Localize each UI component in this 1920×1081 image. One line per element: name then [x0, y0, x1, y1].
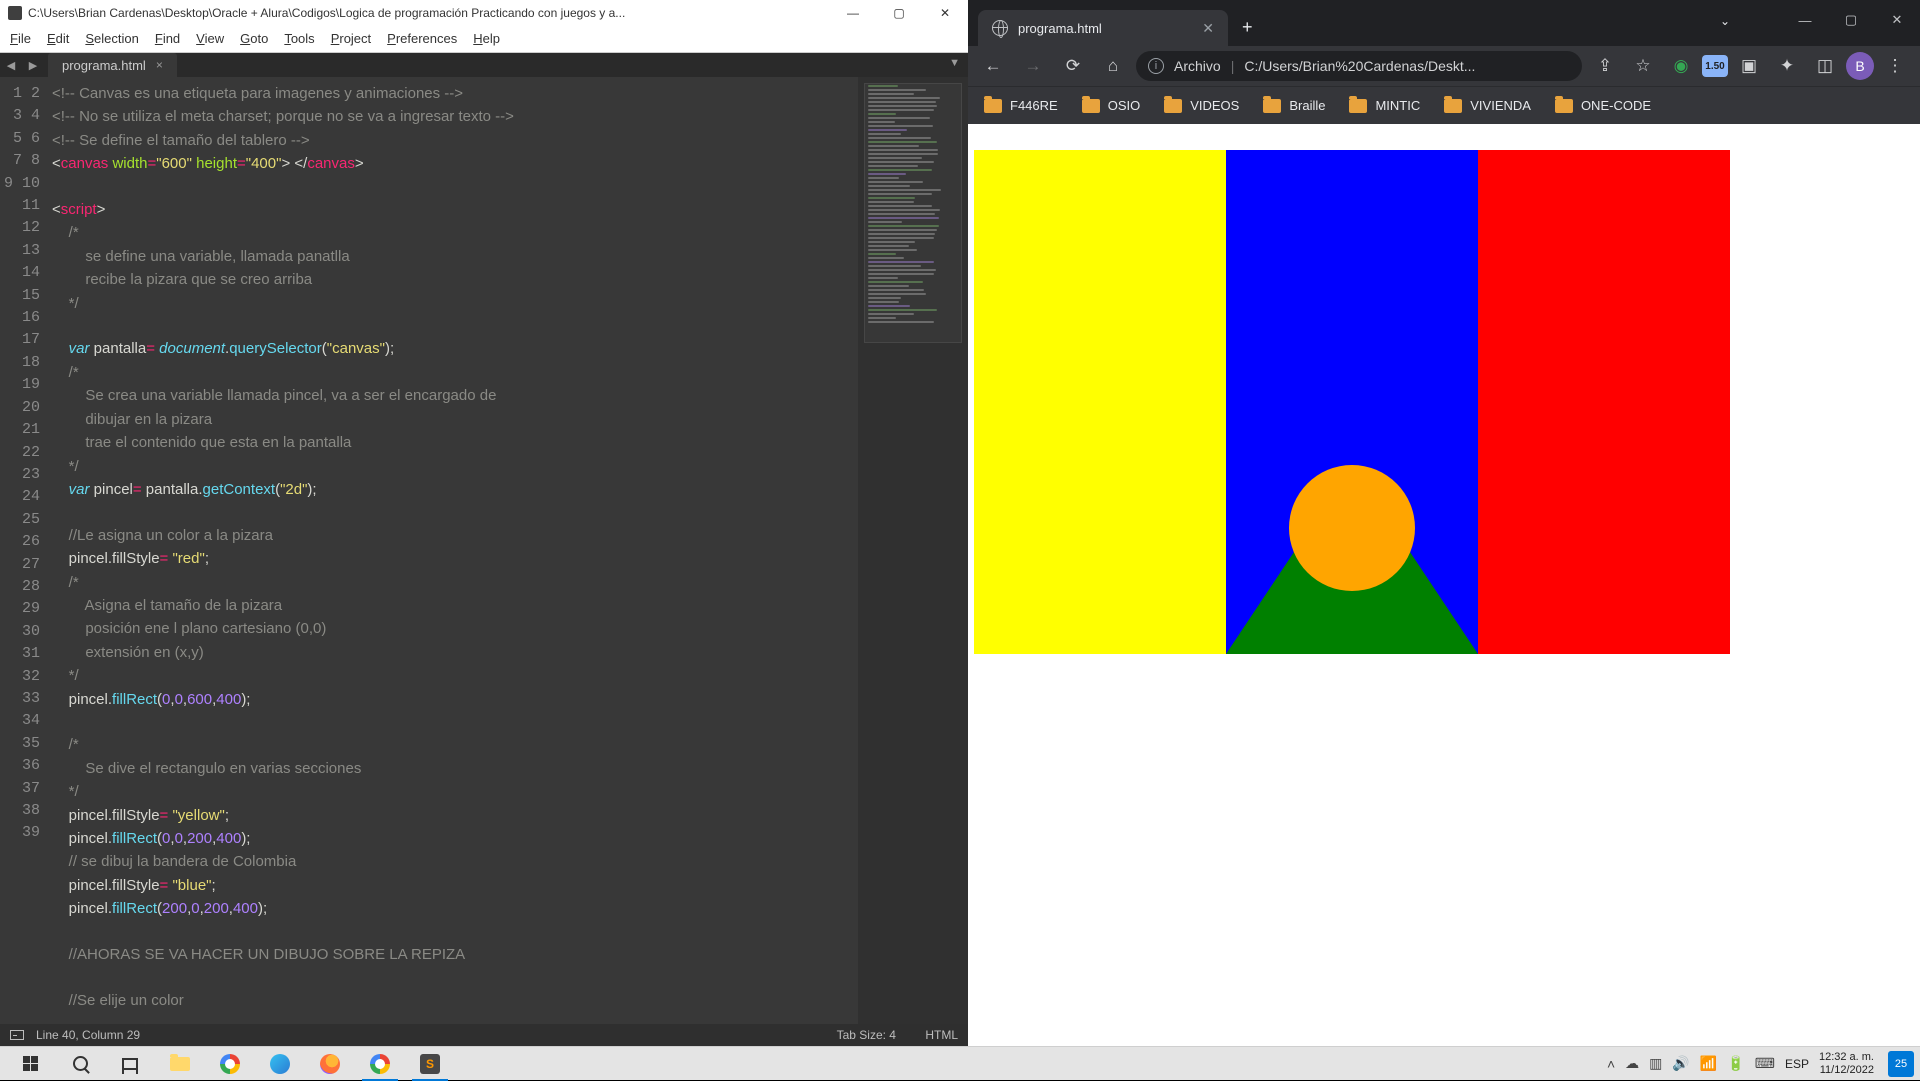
- tab-nav-left[interactable]: ◀: [0, 53, 22, 77]
- sublime-titlebar: C:\Users\Brian Cardenas\Desktop\Oracle +…: [0, 0, 968, 25]
- tab-nav-right[interactable]: ▶: [22, 53, 44, 77]
- tab-close-icon[interactable]: ×: [156, 58, 163, 72]
- chrome-close-button[interactable]: ✕: [1874, 0, 1920, 40]
- tab-search-icon[interactable]: ⌄: [1720, 14, 1730, 28]
- extension-grammarly-icon[interactable]: ◉: [1664, 51, 1698, 81]
- bookmark-braille[interactable]: Braille: [1255, 94, 1333, 117]
- menu-edit[interactable]: Edit: [39, 28, 77, 49]
- share-icon[interactable]: ⇪: [1588, 51, 1622, 81]
- tray-onedrive-icon[interactable]: ☁: [1625, 1055, 1639, 1072]
- syntax-mode[interactable]: HTML: [925, 1028, 958, 1042]
- tray-notifications[interactable]: 25: [1888, 1051, 1914, 1077]
- file-tab[interactable]: programa.html ×: [48, 53, 177, 77]
- chrome-tabstrip: programa.html ✕ + ⌄ — ▢ ✕: [968, 0, 1920, 46]
- tray-battery-icon[interactable]: 🔋: [1727, 1055, 1744, 1072]
- url-path: C:/Users/Brian%20Cardenas/Deskt...: [1244, 58, 1475, 74]
- extensions-puzzle-icon[interactable]: ✦: [1770, 51, 1804, 81]
- address-bar-row: ← → ⟳ ⌂ i Archivo | C:/Users/Brian%20Car…: [968, 46, 1920, 86]
- menu-goto[interactable]: Goto: [232, 28, 276, 49]
- folder-icon: [1082, 99, 1100, 113]
- cursor-position: Line 40, Column 29: [36, 1028, 140, 1042]
- start-button[interactable]: [6, 1047, 54, 1081]
- bookmark-one-code[interactable]: ONE-CODE: [1547, 94, 1659, 117]
- sidepanel-icon[interactable]: ◫: [1808, 51, 1842, 81]
- tray-language[interactable]: ESP: [1785, 1057, 1809, 1071]
- folder-icon: [1263, 99, 1281, 113]
- bookmark-vivienda[interactable]: VIVIENDA: [1436, 94, 1539, 117]
- folder-icon: [1444, 99, 1462, 113]
- console-icon[interactable]: [10, 1030, 24, 1040]
- tray-clock[interactable]: 12:32 a. m.11/12/2022: [1819, 1051, 1878, 1077]
- url-scheme: Archivo: [1174, 58, 1221, 74]
- tab-title: programa.html: [1018, 21, 1102, 36]
- tab-close-icon[interactable]: ✕: [1202, 20, 1214, 37]
- chrome-maximize-button[interactable]: ▢: [1828, 0, 1874, 40]
- minimap[interactable]: [858, 77, 968, 1024]
- tray-volume-icon[interactable]: 🔊: [1672, 1055, 1689, 1072]
- globe-icon: [992, 20, 1008, 36]
- line-gutter: 1 2 3 4 5 6 7 8 9 10 11 12 13 14 15 16 1…: [0, 77, 52, 1024]
- folder-icon: [1555, 99, 1573, 113]
- home-button[interactable]: ⌂: [1096, 51, 1130, 81]
- profile-avatar[interactable]: B: [1846, 52, 1874, 80]
- reload-button[interactable]: ⟳: [1056, 51, 1090, 81]
- tray-wifi-icon[interactable]: 📶: [1700, 1055, 1717, 1072]
- bookmark-osio[interactable]: OSIO: [1074, 94, 1149, 117]
- menu-find[interactable]: Find: [147, 28, 188, 49]
- menu-tools[interactable]: Tools: [276, 28, 322, 49]
- sublime-logo-icon: [8, 6, 22, 20]
- sublime-window: C:\Users\Brian Cardenas\Desktop\Oracle +…: [0, 0, 968, 1046]
- folder-icon: [984, 99, 1002, 113]
- folder-icon: [1164, 99, 1182, 113]
- bookmark-f446re[interactable]: F446RE: [976, 94, 1066, 117]
- window-title: C:\Users\Brian Cardenas\Desktop\Oracle +…: [28, 6, 625, 20]
- chrome-window: programa.html ✕ + ⌄ — ▢ ✕ ← → ⟳ ⌂ i Arch…: [968, 0, 1920, 1046]
- firefox-taskbar-button[interactable]: [306, 1047, 354, 1081]
- chrome-taskbar-button[interactable]: [206, 1047, 254, 1081]
- menu-bar[interactable]: FileEditSelectionFindViewGotoToolsProjec…: [0, 25, 968, 53]
- close-button[interactable]: ✕: [922, 0, 968, 25]
- extension-badge[interactable]: 1.50: [1702, 55, 1728, 77]
- menu-selection[interactable]: Selection: [77, 28, 146, 49]
- reader-icon[interactable]: ▣: [1732, 51, 1766, 81]
- sublime-taskbar-button[interactable]: [406, 1047, 454, 1081]
- code-editor[interactable]: <!-- Canvas es una etiqueta para imagene…: [52, 77, 858, 1024]
- tray-meet-icon[interactable]: ▥: [1649, 1055, 1662, 1072]
- search-button[interactable]: [56, 1047, 104, 1081]
- forward-button[interactable]: →: [1016, 51, 1050, 81]
- tab-dropdown-icon[interactable]: ▼: [949, 57, 960, 69]
- tray-keyboard-icon[interactable]: ⌨: [1755, 1055, 1775, 1072]
- bookmarks-bar: F446RE OSIO VIDEOS Braille MINTIC VIVIENDA ONE…: [968, 86, 1920, 124]
- bookmark-videos[interactable]: VIDEOS: [1156, 94, 1247, 117]
- rendered-canvas: [974, 150, 1730, 654]
- menu-preferences[interactable]: Preferences: [379, 28, 465, 49]
- tab-size[interactable]: Tab Size: 4: [837, 1028, 896, 1042]
- tray-chevron-icon[interactable]: ˄: [1607, 1056, 1615, 1072]
- bookmark-star-icon[interactable]: ☆: [1626, 51, 1660, 81]
- bookmark-mintic[interactable]: MINTIC: [1341, 94, 1428, 117]
- menu-project[interactable]: Project: [323, 28, 379, 49]
- browser-tab[interactable]: programa.html ✕: [978, 10, 1228, 46]
- kebab-menu-icon[interactable]: ⋮: [1878, 51, 1912, 81]
- new-tab-button[interactable]: +: [1228, 17, 1265, 46]
- tab-bar: ◀ ▶ programa.html × ▼: [0, 53, 968, 77]
- menu-view[interactable]: View: [188, 28, 232, 49]
- page-viewport: [968, 124, 1920, 1046]
- minimize-button[interactable]: —: [830, 0, 876, 25]
- status-bar: Line 40, Column 29 Tab Size: 4 HTML: [0, 1024, 968, 1046]
- menu-help[interactable]: Help: [465, 28, 508, 49]
- windows-taskbar: ˄ ☁ ▥ 🔊 📶 🔋 ⌨ ESP 12:32 a. m.11/12/2022 …: [0, 1046, 1920, 1080]
- task-view-button[interactable]: [106, 1047, 154, 1081]
- chrome-minimize-button[interactable]: —: [1782, 0, 1828, 40]
- folder-icon: [1349, 99, 1367, 113]
- site-info-icon[interactable]: i: [1148, 58, 1164, 74]
- back-button[interactable]: ←: [976, 51, 1010, 81]
- menu-file[interactable]: File: [2, 28, 39, 49]
- edge-taskbar-button[interactable]: [256, 1047, 304, 1081]
- chrome2-taskbar-button[interactable]: [356, 1047, 404, 1081]
- file-explorer-button[interactable]: [156, 1047, 204, 1081]
- tab-label: programa.html: [62, 58, 146, 73]
- address-bar[interactable]: i Archivo | C:/Users/Brian%20Cardenas/De…: [1136, 51, 1582, 81]
- maximize-button[interactable]: ▢: [876, 0, 922, 25]
